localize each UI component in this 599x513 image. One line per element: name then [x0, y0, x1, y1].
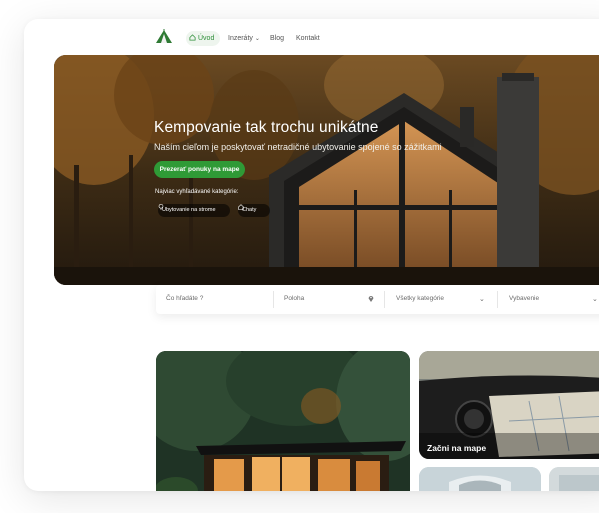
nav-blog[interactable]: Blog [270, 31, 284, 46]
hero-cabin-image [54, 55, 599, 285]
chevron-down-icon[interactable]: ⌄ [592, 295, 598, 303]
search-what-input[interactable]: Čo hľadáte ? [166, 295, 203, 302]
category-select[interactable]: Všetky kategórie [396, 295, 444, 302]
listing-tile[interactable] [419, 467, 541, 491]
chevron-down-icon: ⌄ [254, 36, 260, 42]
nav-contact[interactable]: Kontakt [296, 31, 320, 46]
nav-ads[interactable]: Inzeráty ⌄ [228, 31, 260, 46]
nav-home-label: Úvod [198, 35, 215, 42]
view-on-map-button[interactable]: Prezerať ponuky na mape [154, 161, 245, 178]
home-icon [189, 34, 196, 41]
page-card: Úvod Inzeráty ⌄ Blog Kontakt Kempovanie … [24, 19, 599, 491]
listing-image [419, 467, 541, 491]
tree-icon [158, 204, 164, 210]
category-chip-treehouse[interactable]: Ubytovanie na strome [158, 204, 230, 217]
house-icon [238, 204, 244, 210]
listing-image [549, 467, 599, 491]
hero-title: Kempovanie tak trochu unikátne [154, 119, 379, 136]
hero-banner: Kempovanie tak trochu unikátne Naším cie… [54, 55, 599, 285]
chevron-down-icon[interactable]: ⌄ [479, 295, 485, 303]
hero-subtitle: Naším cieľom je poskytovať netradičné ub… [154, 142, 442, 152]
location-pin-icon[interactable] [368, 295, 374, 302]
divider [497, 291, 498, 308]
chip-treehouse-label: Ubytovanie na strome [162, 207, 216, 213]
category-chip-cabins[interactable]: Chaty [238, 204, 270, 217]
equipment-select[interactable]: Vybavenie [509, 295, 539, 302]
location-input[interactable]: Poloha [284, 295, 304, 302]
nav-home[interactable]: Úvod [186, 31, 220, 46]
nav-ads-label: Inzeráty [228, 35, 253, 42]
divider [384, 291, 385, 308]
divider [273, 291, 274, 308]
chip-cabins-label: Chaty [242, 207, 257, 213]
listing-tile[interactable] [549, 467, 599, 491]
tent-logo-icon[interactable] [155, 29, 173, 44]
start-on-map-tile[interactable]: Začni na mape [419, 351, 599, 459]
categories-label: Najviac vyhľadávané kategórie: [155, 189, 239, 195]
search-bar: Čo hľadáte ? Poloha Všetky kategórie ⌄ V… [156, 285, 599, 314]
start-on-map-label: Začni na mape [427, 443, 487, 453]
forest-cabin-image [156, 351, 410, 491]
featured-cabin-tile[interactable] [156, 351, 410, 491]
